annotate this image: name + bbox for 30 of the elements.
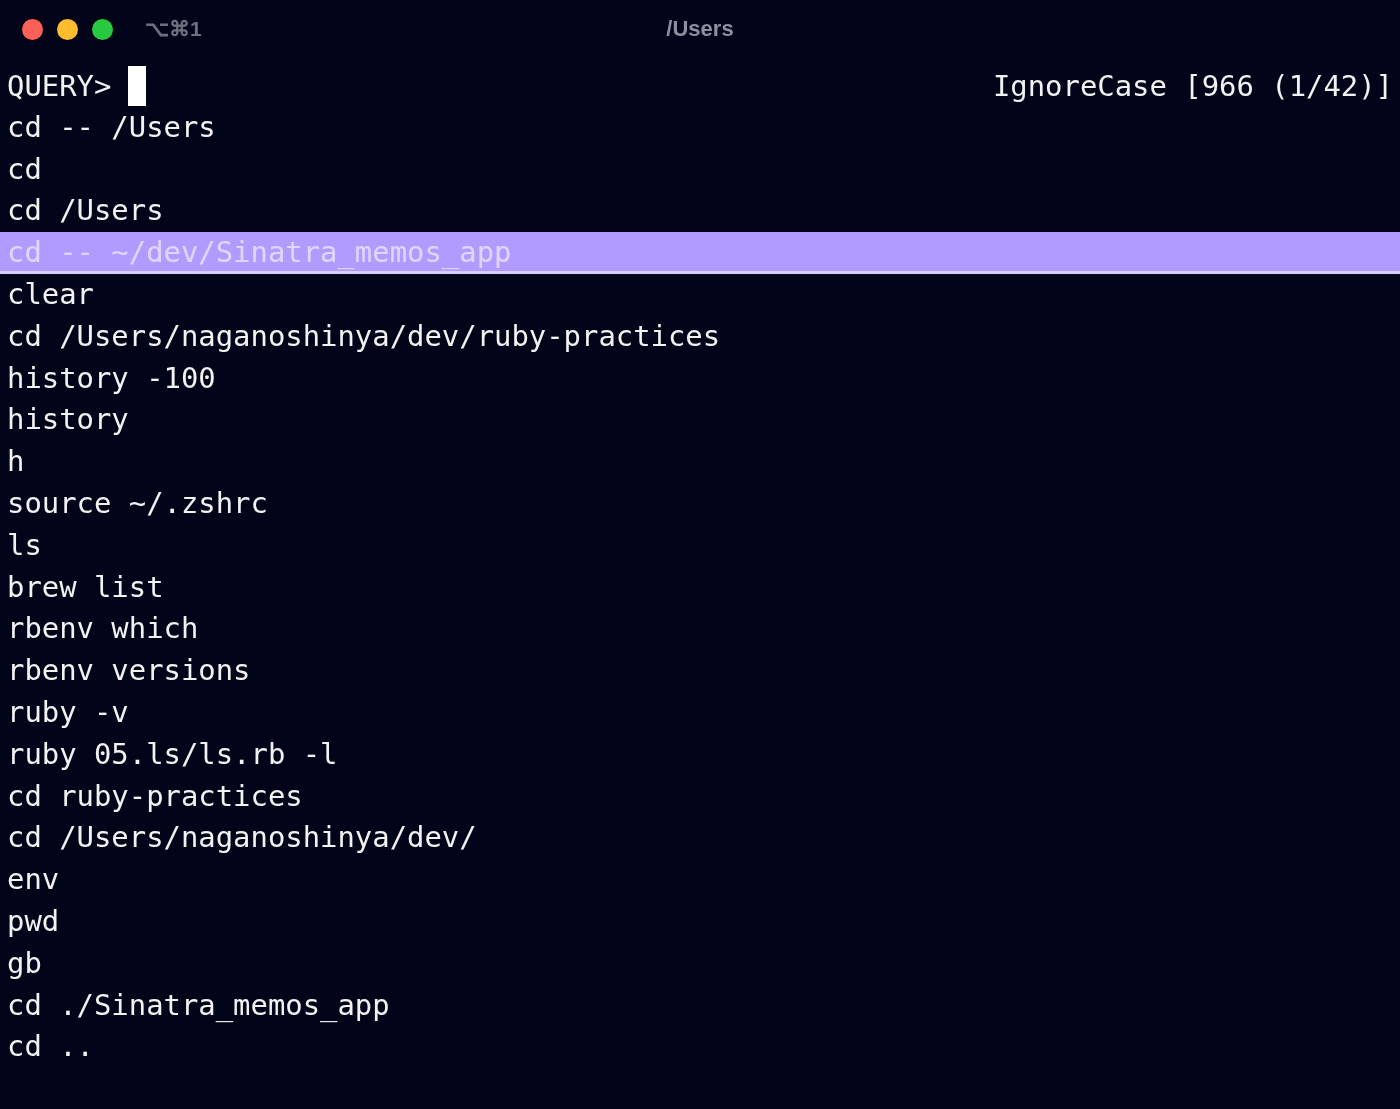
history-entry[interactable]: rbenv which (0, 608, 1400, 651)
history-entry[interactable]: clear (0, 274, 1400, 316)
tab-shortcut: ⌥⌘1 (145, 17, 202, 41)
history-entry[interactable]: cd ./Sinatra_memos_app (0, 984, 1400, 1027)
history-entry[interactable]: env (0, 859, 1400, 901)
text-cursor (128, 65, 147, 106)
history-entry[interactable]: pwd (0, 900, 1400, 943)
zoom-button[interactable] (92, 18, 113, 40)
history-entry[interactable]: rbenv versions (0, 650, 1400, 692)
history-entry[interactable]: history (0, 399, 1400, 442)
history-entry[interactable]: source ~/.zshrc (0, 482, 1400, 525)
history-entry[interactable]: brew list (0, 566, 1400, 609)
history-entry[interactable]: cd /Users/naganoshinya/dev/ruby-practices (0, 315, 1400, 358)
query-prompt: QUERY> (7, 68, 112, 103)
history-entry[interactable]: ruby -v (0, 691, 1400, 734)
history-entry[interactable]: cd ruby-practices (0, 775, 1400, 818)
history-entry[interactable]: ruby 05.ls/ls.rb -l (0, 733, 1400, 776)
history-entry[interactable]: cd .. (0, 1026, 1400, 1069)
history-entry[interactable]: cd -- /Users (0, 106, 1400, 149)
minimize-button[interactable] (57, 18, 78, 40)
window-title: /Users (666, 16, 734, 42)
history-entry[interactable]: history -100 (0, 357, 1400, 400)
history-entry[interactable]: ls (0, 524, 1400, 567)
history-entry[interactable]: h (0, 441, 1400, 483)
close-button[interactable] (22, 18, 43, 40)
match-status: IgnoreCase [966 (1/42)] (992, 68, 1393, 103)
history-entry[interactable]: cd /Users (0, 190, 1400, 233)
history-entry[interactable]: cd /Users/naganoshinya/dev/ (0, 817, 1400, 860)
history-entry[interactable]: cd (0, 148, 1400, 191)
history-entry[interactable]: gb (0, 942, 1400, 985)
